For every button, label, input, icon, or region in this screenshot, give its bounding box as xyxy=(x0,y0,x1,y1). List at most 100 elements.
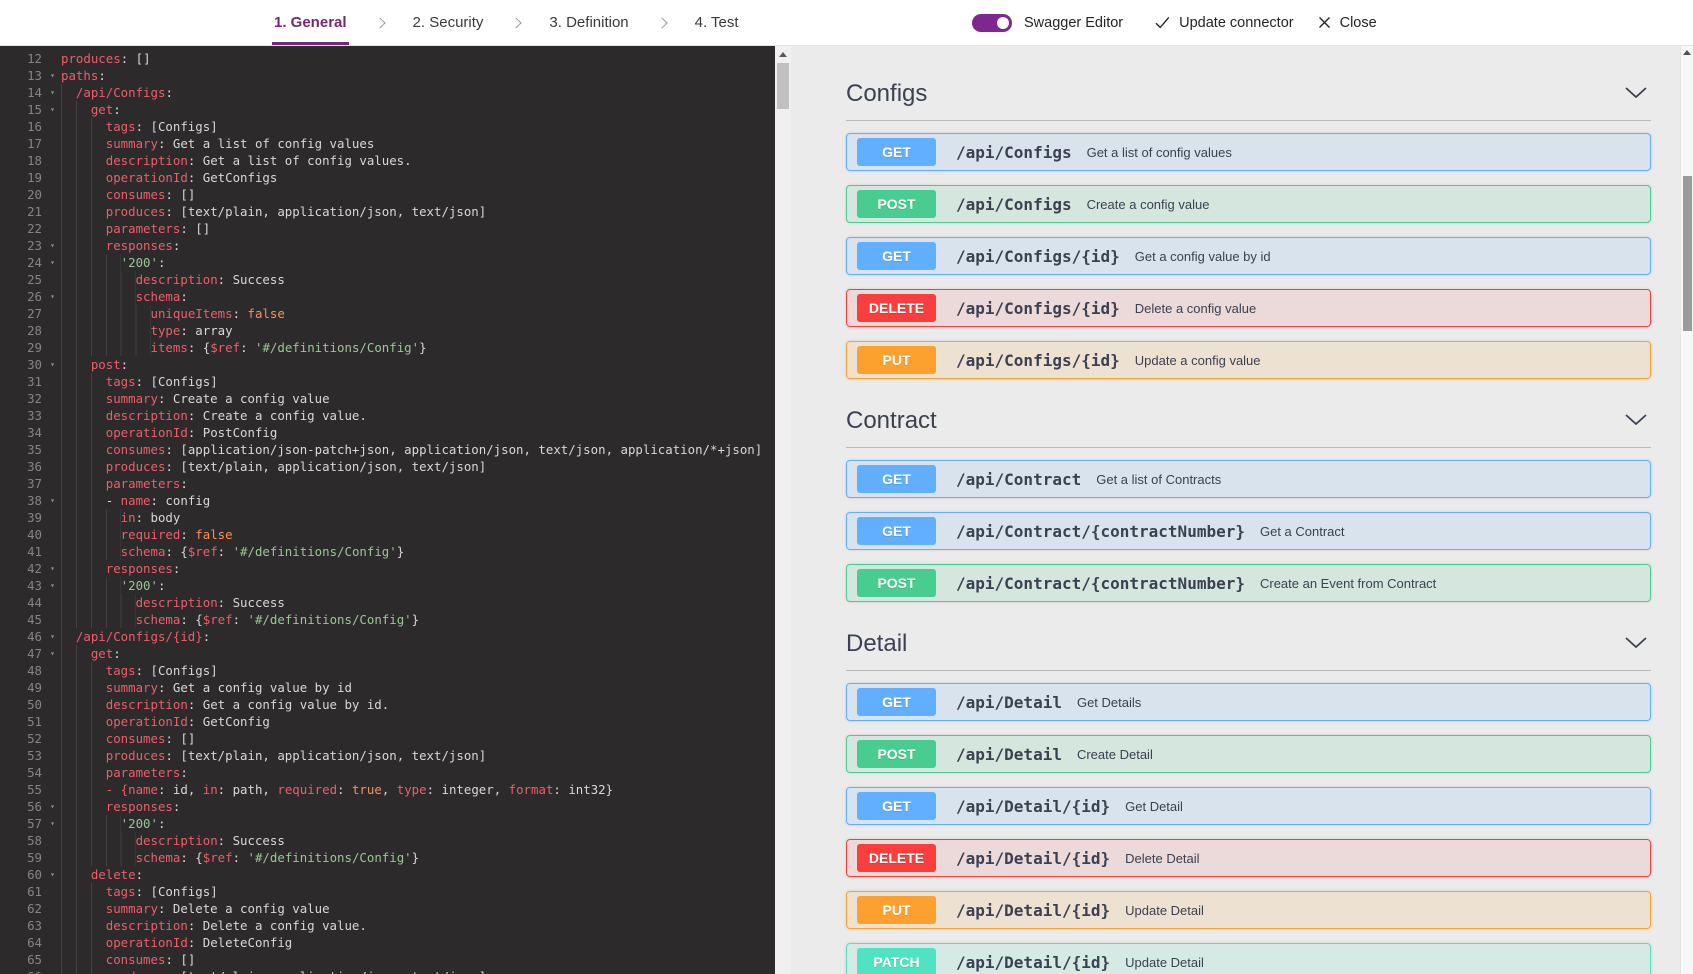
api-tag-title: Configs xyxy=(846,80,928,107)
operation-row[interactable]: DELETE/api/Configs/{id} Delete a config v… xyxy=(846,289,1651,327)
tab-definition[interactable]: 3. Definition xyxy=(547,0,630,45)
fold-arrow-icon[interactable]: ▾ xyxy=(44,628,61,645)
code-text: delete: xyxy=(61,866,775,883)
fold-gutter xyxy=(44,713,61,730)
editor-scrollbar[interactable] xyxy=(775,46,791,974)
code-text: - name: config xyxy=(61,492,775,509)
fold-arrow-icon[interactable]: ▾ xyxy=(44,577,61,594)
method-badge: POST xyxy=(857,740,936,768)
fold-arrow-icon[interactable]: ▾ xyxy=(44,645,61,662)
code-text: operationId: PostConfig xyxy=(61,424,775,441)
swagger-code-editor[interactable]: 12 produces: [] 13 ▾ paths: 14 ▾/api/Configs: 1… xyxy=(0,46,775,974)
fold-arrow-icon[interactable]: ▾ xyxy=(44,67,61,84)
code-text: get: xyxy=(61,101,775,118)
code-line: 17 summary: Get a list of config values xyxy=(0,135,775,152)
section-divider xyxy=(846,120,1651,121)
line-number: 55 xyxy=(27,782,42,797)
scrollbar-up-arrow-icon[interactable] xyxy=(1683,50,1691,55)
fold-gutter xyxy=(44,849,61,866)
code-line: 63 description: Delete a config value. xyxy=(0,917,775,934)
operation-path: /api/Detail xyxy=(956,744,1062,764)
line-number: 50 xyxy=(27,697,42,712)
code-line: 21 produces: [text/plain, application/jso… xyxy=(0,203,775,220)
fold-arrow-icon[interactable]: ▾ xyxy=(44,560,61,577)
line-number: 46 xyxy=(27,629,42,644)
operation-row[interactable]: PUT/api/Configs/{id} Update a config valu… xyxy=(846,341,1651,379)
wizard-steps: 1. General 2. Security 3. Definition 4. … xyxy=(272,0,741,45)
operation-summary: Delete a config value xyxy=(1134,300,1257,316)
close-button[interactable]: Close xyxy=(1318,15,1377,31)
panel-scrollbar[interactable] xyxy=(1680,46,1693,974)
code-text: '200': xyxy=(61,254,775,271)
fold-arrow-icon[interactable]: ▾ xyxy=(44,237,61,254)
code-text: parameters: xyxy=(61,475,775,492)
operation-row[interactable]: GET/api/Contract Get a list of Contracts xyxy=(846,460,1651,498)
fold-gutter xyxy=(44,662,61,679)
code-line: 42 ▾ responses: xyxy=(0,560,775,577)
code-text: consumes: [application/json-patch+json, … xyxy=(61,441,775,458)
operation-row[interactable]: POST/api/Configs Create a config value xyxy=(846,185,1651,223)
line-number: 28 xyxy=(27,323,42,338)
operation-row[interactable]: GET/api/Contract/{contractNumber} Get a C… xyxy=(846,512,1651,550)
chevron-down-icon[interactable] xyxy=(1625,412,1647,430)
fold-arrow-icon[interactable]: ▾ xyxy=(44,84,61,101)
scrollbar-up-arrow-icon[interactable] xyxy=(779,52,787,57)
chevron-down-icon[interactable] xyxy=(1625,635,1647,653)
line-number: 61 xyxy=(27,884,42,899)
tab-test[interactable]: 4. Test xyxy=(693,0,741,45)
code-text: '200': xyxy=(61,577,775,594)
api-tag-section-header[interactable]: Detail xyxy=(846,630,1651,658)
fold-gutter xyxy=(44,458,61,475)
operation-row[interactable]: DELETE/api/Detail/{id} Delete Detail xyxy=(846,839,1651,877)
operation-row[interactable]: PATCH/api/Detail/{id} Update Detail xyxy=(846,943,1651,974)
tab-general[interactable]: 1. General xyxy=(272,0,349,45)
code-text: schema: {$ref: '#/definitions/Config'} xyxy=(61,849,775,866)
fold-arrow-icon[interactable]: ▾ xyxy=(44,101,61,118)
code-text: /api/Configs/{id}: xyxy=(61,628,775,645)
fold-arrow-icon[interactable]: ▾ xyxy=(44,492,61,509)
panel-scrollbar-thumb[interactable] xyxy=(1683,176,1692,331)
api-tag-section-header[interactable]: Contract xyxy=(846,407,1651,435)
fold-gutter xyxy=(44,322,61,339)
operation-row[interactable]: GET/api/Detail Get Details xyxy=(846,683,1651,721)
api-tag-section-header[interactable]: Configs xyxy=(846,80,1651,108)
fold-arrow-icon[interactable]: ▾ xyxy=(44,798,61,815)
fold-arrow-icon[interactable]: ▾ xyxy=(44,356,61,373)
fold-arrow-icon[interactable]: ▾ xyxy=(44,288,61,305)
fold-gutter xyxy=(44,764,61,781)
code-text: in: body xyxy=(61,509,775,526)
tab-security[interactable]: 2. Security xyxy=(411,0,486,45)
close-label: Close xyxy=(1339,14,1377,31)
operation-row[interactable]: GET/api/Configs Get a list of config valu… xyxy=(846,133,1651,171)
code-text: consumes: [] xyxy=(61,186,775,203)
code-line: 35 consumes: [application/json-patch+json… xyxy=(0,441,775,458)
operation-row[interactable]: GET/api/Detail/{id} Get Detail xyxy=(846,787,1651,825)
editor-scrollbar-thumb[interactable] xyxy=(777,63,789,109)
chevron-right-icon xyxy=(655,16,668,29)
update-connector-label: Update connector xyxy=(1179,14,1294,31)
code-text: responses: xyxy=(61,237,775,254)
operation-row[interactable]: POST/api/Contract/{contractNumber} Create… xyxy=(846,564,1651,602)
operation-row[interactable]: POST/api/Detail Create Detail xyxy=(846,735,1651,773)
swagger-editor-toggle[interactable] xyxy=(972,13,1012,32)
operation-path: /api/Configs/{id} xyxy=(956,298,1120,318)
operation-row[interactable]: GET/api/Configs/{id} Get a config value b… xyxy=(846,237,1651,275)
fold-arrow-icon[interactable]: ▾ xyxy=(44,866,61,883)
api-tag-title: Contract xyxy=(846,407,937,434)
operation-summary: Create an Event from Contract xyxy=(1259,575,1437,591)
operation-path: /api/Configs/{id} xyxy=(956,246,1120,266)
line-number: 49 xyxy=(27,680,42,695)
operation-summary: Get a list of Contracts xyxy=(1096,471,1222,487)
code-text: description: Get a list of config values… xyxy=(61,152,775,169)
code-line: 52 consumes: [] xyxy=(0,730,775,747)
update-connector-button[interactable]: Update connector xyxy=(1155,14,1294,31)
fold-arrow-icon[interactable]: ▾ xyxy=(44,815,61,832)
line-number: 25 xyxy=(27,272,42,287)
chevron-down-icon[interactable] xyxy=(1625,85,1647,103)
code-line: 28 type: array xyxy=(0,322,775,339)
code-line: 66 produces: [text/plain, application/jso… xyxy=(0,968,775,974)
operation-row[interactable]: PUT/api/Detail/{id} Update Detail xyxy=(846,891,1651,929)
fold-arrow-icon[interactable]: ▾ xyxy=(44,254,61,271)
code-line: 54 parameters: xyxy=(0,764,775,781)
section-divider xyxy=(846,447,1651,448)
